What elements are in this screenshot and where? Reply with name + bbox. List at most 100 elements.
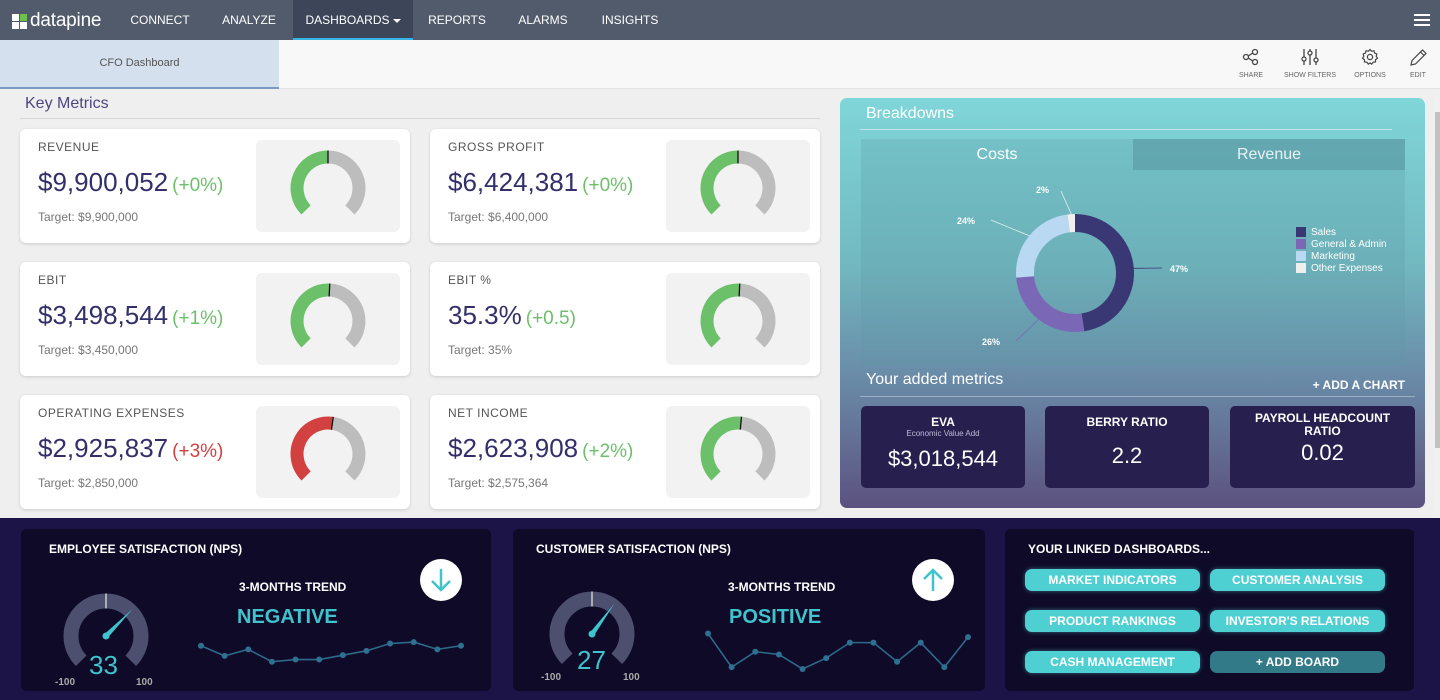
link-cash-management[interactable]: CASH MANAGEMENT: [1025, 651, 1200, 673]
added-metric-eva[interactable]: EVA Economic Value Add $3,018,544: [861, 406, 1025, 488]
trend-arrow-button[interactable]: [912, 559, 954, 601]
metric-label: EBIT: [38, 273, 67, 287]
legend-item-sales[interactable]: Sales: [1296, 226, 1387, 238]
nps-value: 27: [577, 645, 606, 675]
brand-name: datapine: [30, 10, 102, 31]
sparkline-point: [268, 658, 275, 665]
sparkline-point: [728, 664, 735, 671]
legend-label: Sales: [1311, 226, 1337, 238]
nps-gauge-needle: [104, 608, 133, 638]
sparkline-point: [894, 658, 901, 665]
options-label: OPTIONS: [1354, 72, 1386, 79]
legend-item-other-expenses[interactable]: Other Expenses: [1296, 262, 1387, 274]
nav-connect[interactable]: CONNECT: [118, 0, 202, 40]
nav-reports[interactable]: REPORTS: [415, 0, 499, 40]
add-chart-button[interactable]: + ADD A CHART: [1313, 378, 1405, 392]
nav-alarms[interactable]: ALARMS: [502, 0, 584, 40]
options-button[interactable]: OPTIONS: [1350, 48, 1390, 79]
edit-button[interactable]: EDIT: [1403, 48, 1433, 79]
metric-card-net-income[interactable]: NET INCOME $2,623,908 (+2%) Target: $2,57…: [430, 395, 820, 509]
link-investors-relations[interactable]: INVESTOR'S RELATIONS: [1210, 610, 1385, 632]
filters-icon: [1301, 49, 1319, 65]
metric-target: Target: 35%: [448, 343, 513, 357]
metric-target: Target: $3,450,000: [38, 343, 139, 357]
hamburger-icon[interactable]: [1414, 14, 1430, 26]
legend-swatch: [1296, 239, 1306, 249]
metric-value: 35.3% (+0.5): [448, 300, 576, 331]
metric-target: Target: $6,400,000: [448, 210, 549, 224]
donut-leader-line: [990, 219, 1030, 237]
added-metric-subtitle: Economic Value Add: [906, 429, 980, 438]
metric-target: Target: $2,850,000: [38, 476, 139, 490]
gauge-target-marker: [328, 283, 331, 297]
sparkline-point: [965, 634, 971, 641]
legend-item-marketing[interactable]: Marketing: [1296, 250, 1387, 262]
chart-legend: Sales General & Admin Marketing Other Ex…: [1296, 226, 1387, 274]
nps-value: 33: [89, 650, 118, 680]
sparkline-point: [458, 642, 464, 649]
metric-gauge: [666, 140, 810, 232]
nav-dashboards[interactable]: DASHBOARDS: [293, 0, 413, 40]
show-filters-button[interactable]: SHOW FILTERS: [1280, 48, 1340, 79]
donut-data-label: 47%: [1170, 264, 1188, 274]
metric-amount: 35.3%: [448, 300, 522, 330]
sparkline-point: [705, 630, 711, 637]
sparkline-line: [707, 633, 969, 670]
added-metric-payroll-headcount[interactable]: PAYROLL HEADCOUNT RATIO 0.02: [1230, 406, 1415, 488]
donut-leader-line: [1015, 319, 1039, 342]
metric-label: OPERATING EXPENSES: [38, 406, 185, 420]
metric-value: $2,925,837 (+3%): [38, 433, 223, 464]
added-metric-value: $3,018,544: [887, 446, 999, 471]
legend-swatch: [1296, 263, 1306, 273]
panel-title: EMPLOYEE SATISFACTION (NPS): [49, 542, 243, 556]
metric-card-ebit-percent[interactable]: EBIT % 35.3% (+0.5) Target: 35%: [430, 262, 820, 376]
gauge-rest-arc: [738, 283, 776, 348]
nav-insights[interactable]: INSIGHTS: [588, 0, 672, 40]
metric-gauge: [256, 140, 400, 232]
metric-card-gross-profit[interactable]: GROSS PROFIT $6,424,381 (+0%) Target: $6,…: [430, 129, 820, 243]
metric-target: Target: $9,900,000: [38, 210, 139, 224]
add-board-button[interactable]: + ADD BOARD: [1210, 651, 1385, 673]
gauge-value-arc: [700, 416, 742, 481]
sparkline-point: [799, 666, 806, 672]
link-customer-analysis[interactable]: CUSTOMER ANALYSIS: [1210, 569, 1385, 591]
metric-amount: $6,424,381: [448, 167, 579, 197]
gauge-rest-arc: [327, 150, 366, 215]
breakdowns-title: Breakdowns: [866, 105, 955, 122]
gauge-target-marker: [738, 283, 741, 297]
sparkline-point: [316, 656, 323, 663]
metric-card-operating-expenses[interactable]: OPERATING EXPENSES $2,925,837 (+3%) Targe…: [20, 395, 410, 509]
metric-card-revenue[interactable]: REVENUE $9,900,052 (+0%) Target: $9,900,0…: [20, 129, 410, 243]
employee-satisfaction-panel: EMPLOYEE SATISFACTION (NPS) 33 -100 100 …: [21, 529, 491, 691]
link-product-rankings[interactable]: PRODUCT RANKINGS: [1025, 610, 1200, 632]
metric-amount: $3,498,544: [38, 300, 169, 330]
caret-down-icon: [392, 18, 401, 23]
sparkline-point: [775, 651, 782, 658]
nav-dashboards-label: DASHBOARDS: [305, 13, 390, 27]
metric-gauge: [256, 273, 400, 365]
sparkline-point: [846, 639, 853, 646]
metric-amount: $2,925,837: [38, 433, 169, 463]
nps-max: 100: [623, 672, 640, 683]
panel-title: YOUR LINKED DASHBOARDS...: [1028, 542, 1211, 556]
datapine-logo[interactable]: datapine: [12, 10, 102, 32]
linked-dashboards-panel: YOUR LINKED DASHBOARDS... MARKET INDICAT…: [1005, 529, 1414, 691]
nps-max: 100: [136, 677, 153, 688]
sparkline-point: [870, 639, 877, 646]
link-market-indicators[interactable]: MARKET INDICATORS: [1025, 569, 1200, 591]
sparkline-point: [221, 652, 228, 659]
nav-analyze[interactable]: ANALYZE: [207, 0, 291, 40]
sparkline-point: [823, 655, 830, 662]
bottom-section: EMPLOYEE SATISFACTION (NPS) 33 -100 100 …: [0, 518, 1440, 700]
scrollbar-thumb[interactable]: [1435, 112, 1440, 448]
metric-delta: (+1%): [172, 308, 224, 329]
metric-value: $9,900,052 (+0%): [38, 167, 223, 198]
sparkline-point: [917, 639, 924, 646]
share-button[interactable]: SHARE: [1233, 48, 1269, 79]
legend-item-general-admin[interactable]: General & Admin: [1296, 238, 1387, 250]
trend-arrow-button[interactable]: [420, 559, 462, 601]
share-icon: [1242, 48, 1259, 66]
tab-cfo-dashboard[interactable]: CFO Dashboard: [0, 40, 279, 89]
metric-card-ebit[interactable]: EBIT $3,498,544 (+1%) Target: $3,450,000: [20, 262, 410, 376]
added-metric-berry-ratio[interactable]: BERRY RATIO 2.2: [1045, 406, 1209, 488]
